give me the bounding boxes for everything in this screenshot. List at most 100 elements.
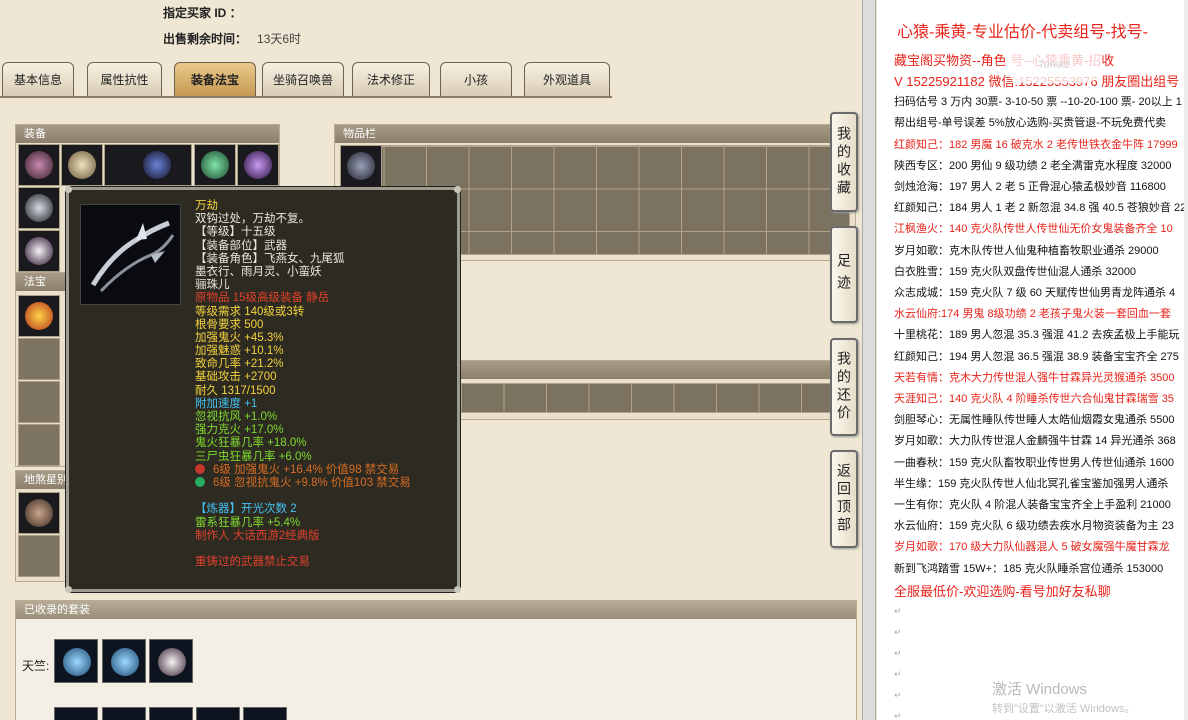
tooltip-line: 【等级】十五级 bbox=[195, 226, 276, 239]
doc-line: 一曲春秋：159 克火队畜牧职业传世男人传世仙通杀 1600 bbox=[894, 456, 1174, 469]
magic-slot-3[interactable] bbox=[18, 381, 60, 423]
doc-line: 全服最低价-欢迎选购-看号加好友私聊 bbox=[894, 583, 1111, 599]
weapon-icon bbox=[80, 204, 181, 305]
tab-spell-fix[interactable]: 法术修正 bbox=[352, 62, 430, 96]
doc-line: 扫码估号 3 万内 30票- 3-10-50 票 --10-20-100 票- … bbox=[894, 96, 1182, 109]
suite-item-4[interactable] bbox=[54, 707, 98, 720]
tab-mount-pet[interactable]: 坐骑召唤兽 bbox=[262, 62, 344, 96]
doc-line: 十里桃花：189 男人忽混 35.3 强混 41.2 去疾孟极上手能玩 bbox=[894, 329, 1180, 342]
tooltip-line: 【装备角色】飞燕女、九尾狐 bbox=[195, 252, 345, 265]
tooltip-line: 雷系狂暴几率 +5.4% bbox=[195, 516, 301, 529]
equip-panel-title: 装备 bbox=[16, 125, 279, 143]
tooltip-line: 等级需求 140级或3转 bbox=[195, 305, 305, 318]
tooltip-line bbox=[195, 490, 455, 503]
equip-slot-2[interactable] bbox=[61, 144, 103, 186]
suite-label: 天竺: bbox=[22, 659, 50, 673]
tooltip-line: 【装备部位】武器 bbox=[195, 239, 287, 252]
magic-slot-1[interactable] bbox=[18, 295, 60, 337]
gem-icon bbox=[195, 476, 205, 487]
tooltip-line: 致命几率 +21.2% bbox=[195, 358, 284, 371]
doc-line: 水云仙府:174 男鬼 8级功绩 2 老孩子鬼火装一套回血一套 bbox=[894, 308, 1171, 321]
magic-slot-4[interactable] bbox=[18, 424, 60, 466]
tooltip-line: 基础攻击 +2700 bbox=[195, 371, 277, 384]
doc-line: 白衣胜雪：159 克火队双盘传世仙混人通杀 32000 bbox=[894, 265, 1137, 278]
suite-item-5[interactable] bbox=[102, 707, 146, 720]
bag-panel-title: 物品栏 bbox=[335, 125, 855, 143]
back-to-top-button[interactable]: 返回顶部 bbox=[830, 450, 858, 548]
tooltip-line: 6级 忽视抗鬼火 +9.8% 价值103 禁交易 bbox=[195, 476, 455, 490]
logo-overlay: Tomxz bbox=[1005, 47, 1103, 83]
paragraph-mark: ↵ bbox=[894, 669, 902, 679]
gem-icon bbox=[195, 463, 205, 474]
land-slot-2[interactable] bbox=[18, 535, 60, 577]
paragraph-mark: ↵ bbox=[894, 690, 902, 700]
doc-line: 江枫渔火：140 克火队传世人传世仙无价女鬼装备齐全 10 bbox=[894, 223, 1173, 236]
tooltip-line: 鬼火狂暴几率 +18.0% bbox=[195, 437, 307, 450]
tooltip-line: 骊珠儿 bbox=[195, 279, 230, 292]
bag-slot-1[interactable] bbox=[340, 145, 382, 187]
doc-line: 半生缘：159 克火队传世人仙北冥孔雀宝鉴加强男人通杀 bbox=[894, 477, 1169, 490]
bag-panel-2-head bbox=[461, 361, 855, 379]
equip-slot-weapon[interactable] bbox=[18, 187, 60, 229]
suite-item-1[interactable] bbox=[54, 639, 98, 683]
equip-slot-3[interactable] bbox=[104, 144, 192, 186]
tab-attr-resist[interactable]: 属性抗性 bbox=[87, 62, 162, 96]
suite-item-7[interactable] bbox=[196, 707, 240, 720]
tooltip-line: 制作人 大话西游2经典版 bbox=[195, 529, 320, 542]
doc-line: 一生有你：克火队 4 阶混人装备宝宝齐全上手盈利 21000 bbox=[894, 499, 1171, 511]
tooltip-line: 墨衣行、雨月灵、小蛮妖 bbox=[195, 265, 322, 278]
paragraph-mark: ↵ bbox=[894, 648, 902, 658]
doc-line: 水云仙府：159 克火队 6 级功绩去疾水月物资装备为主 23 bbox=[894, 520, 1174, 533]
footprint-button[interactable]: 足迹 bbox=[830, 226, 858, 323]
tooltip-line: 重铸过的武器禁止交易 bbox=[195, 556, 310, 569]
tooltip-line: 原物品 15级高级装备 静岳 bbox=[195, 292, 330, 305]
window-divider[interactable] bbox=[862, 0, 876, 720]
tooltip-line: 【炼器】开光次数 2 bbox=[195, 503, 297, 516]
doc-line: 帮出组号-单号误差 5%放心选购-买贵管退-不玩免费代卖 bbox=[894, 117, 1166, 130]
remain-time: 出售剩余时间： 13天6时 bbox=[163, 32, 302, 46]
tab-basic-info[interactable]: 基本信息 bbox=[2, 62, 74, 96]
equip-slot-5[interactable] bbox=[237, 144, 279, 186]
suite-item-3[interactable] bbox=[149, 639, 193, 683]
doc-line: 红颜知己：184 男人 1 老 2 新忽混 34.8 强 40.5 苍狼妙音 2… bbox=[894, 202, 1187, 215]
suite-panel-title: 已收录的套装 bbox=[16, 601, 856, 619]
doc-line: 剑胆琴心：无属性睡队传世睡人太皓仙烟霞女鬼通杀 5500 bbox=[894, 414, 1175, 427]
doc-line: 红颜知己：194 男人忽混 36.5 强混 38.9 装备宝宝齐全 275 bbox=[894, 350, 1179, 363]
doc-line: 岁月如歌：克木队传世人仙鬼种植畜牧职业通杀 29000 bbox=[894, 244, 1159, 257]
my-favorites-button[interactable]: 我的收藏 bbox=[830, 112, 858, 212]
paragraph-mark: ↵ bbox=[894, 627, 902, 637]
suite-item-6[interactable] bbox=[149, 707, 193, 720]
tooltip-line: 加强鬼火 +45.3% bbox=[195, 331, 284, 344]
tooltip-line: 万劫 bbox=[195, 200, 218, 212]
tooltip-line: 6级 加强鬼火 +16.4% 价值98 禁交易 bbox=[195, 463, 455, 477]
suite-item-8[interactable] bbox=[243, 707, 287, 720]
doc-line: 众志成城：159 克火队 7 级 60 天赋传世仙男青龙阵通杀 4 bbox=[894, 287, 1176, 299]
windows-activation-watermark: 激活 Windows bbox=[992, 681, 1088, 698]
land-slot-1[interactable] bbox=[18, 492, 60, 534]
doc-line: 红颜知己：182 男魔 16 破克水 2 老传世铁衣金牛阵 17999 bbox=[894, 138, 1178, 151]
equip-slot-7[interactable] bbox=[18, 230, 60, 272]
item-tooltip: 万劫 双钩过处，万劫不复。 【等级】十五级 【装备部位】武器 【装备角色】飞燕女、九尾狐… bbox=[65, 186, 461, 593]
doc-scrollbar[interactable] bbox=[1184, 0, 1188, 720]
tooltip-line: 强力克火 +17.0% bbox=[195, 424, 284, 437]
tooltip-line: 附加速度 +1 bbox=[195, 397, 258, 410]
bag-grid-2[interactable] bbox=[460, 383, 850, 413]
my-counteroffer-button[interactable]: 我的还价 bbox=[830, 338, 858, 436]
doc-line: 岁月如歌：大力队传世混人金麟强牛甘霖 14 异光通杀 368 bbox=[894, 435, 1176, 448]
suite-panel: 已收录的套装 天竺: bbox=[15, 600, 857, 720]
doc-line: 天若有情：克木大力传世混人强牛甘霖异光灵猴通杀 3500 bbox=[894, 371, 1175, 384]
tab-equip-magic[interactable]: 装备法宝 bbox=[174, 62, 256, 96]
suite-item-2[interactable] bbox=[102, 639, 146, 683]
tooltip-line: 忽视抗风 +1.0% bbox=[195, 411, 278, 423]
magic-slot-2[interactable] bbox=[18, 338, 60, 380]
document-pane: 心猿-乘黄-专业估价-代卖组号-找号- 藏宝阁买物资--角色 号--心猿乘黄-招… bbox=[877, 0, 1188, 720]
tooltip-line: 三尸虫狂暴几率 +6.0% bbox=[195, 450, 312, 463]
doc-line: 新到飞鸿踏雪 15W+：185 克火队睡杀宫位通杀 153000 bbox=[894, 562, 1164, 575]
doc-line: 天涯知己：140 克火队 4 阶睡杀传世六合仙鬼甘霖瑞雪 35 bbox=[894, 393, 1174, 405]
trade-page: 指定买家 ID ： 出售剩余时间： 13天6时 基本信息 属性抗性 装备法宝 坐骑… bbox=[0, 0, 862, 720]
tab-child[interactable]: 小孩 bbox=[440, 62, 512, 96]
equip-slot-1[interactable] bbox=[18, 144, 60, 186]
equip-slot-4[interactable] bbox=[194, 144, 236, 186]
tab-appearance[interactable]: 外观道具 bbox=[524, 62, 610, 96]
tooltip-line bbox=[195, 543, 455, 556]
